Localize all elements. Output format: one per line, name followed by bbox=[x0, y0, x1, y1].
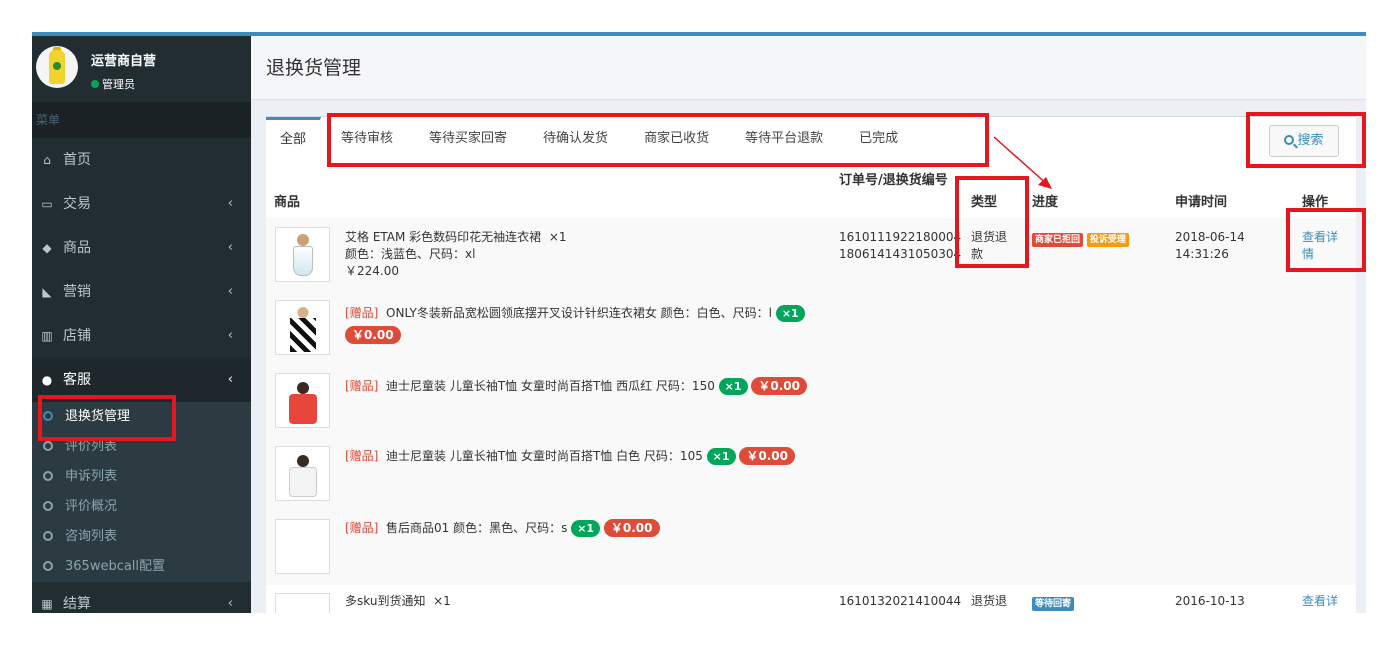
annotation-box bbox=[38, 395, 176, 441]
circle-icon bbox=[43, 471, 53, 481]
product-qty: ×1 bbox=[548, 230, 567, 244]
price-badge: ￥0.00 bbox=[345, 326, 401, 344]
sidebar-subitem-webcall[interactable]: 365webcall配置 bbox=[32, 552, 251, 582]
price-badge: ￥0.00 bbox=[739, 447, 795, 465]
progress-cell: 商家已拒回 投诉受理 bbox=[1032, 230, 1129, 247]
gift-name[interactable]: 售后商品01 颜色：黑色、尺码：s bbox=[386, 521, 567, 535]
qty-badge: ×1 bbox=[706, 448, 736, 465]
user-name: 运营商自营 bbox=[91, 54, 157, 69]
product-price: ￥224.00 bbox=[345, 264, 399, 278]
product-info: 艾格 ETAM 彩色数码印花无袖连衣裙 ×1 颜色：浅蓝色、尺码：xl ￥224… bbox=[345, 229, 675, 280]
gift-tag: [赠品] bbox=[345, 521, 379, 535]
gift-name[interactable]: ONLY冬装新品宽松圆领底摆开叉设计针织连衣裙女 颜色：白色、尺码：l bbox=[386, 306, 772, 320]
qty-badge: ×1 bbox=[775, 305, 805, 322]
sidebar-item-store[interactable]: ▥ 店铺 ‹ bbox=[32, 314, 251, 358]
circle-icon bbox=[43, 441, 53, 451]
chevron-down-icon: ‹ bbox=[227, 372, 233, 387]
app-window: 运营商自营 管理员 菜单 ⌂ 首页 ▭ 交易 ‹ ◆ 商品 ‹ ◣ 营销 ‹ ▥ 店铺 ‹ ● 客服… bbox=[32, 32, 1366, 613]
annotation-box bbox=[1286, 208, 1366, 272]
user-panel: 运营商自营 管理员 bbox=[32, 36, 251, 102]
product-name[interactable]: 艾格 ETAM 彩色数码印花无袖连衣裙 bbox=[345, 230, 541, 244]
product-thumbnail[interactable] bbox=[275, 593, 330, 613]
refund-number: 1806141431050304 bbox=[839, 247, 962, 261]
tags-icon: ◣ bbox=[42, 285, 52, 299]
sidebar-item-home[interactable]: ⌂ 首页 bbox=[32, 138, 251, 182]
order-number: 1610111922180004 bbox=[839, 230, 962, 244]
calculator-icon: ▦ bbox=[41, 597, 53, 611]
apply-time-cell: 2018-06-14 14:31:26 bbox=[1175, 229, 1245, 263]
gift-thumbnail[interactable] bbox=[275, 373, 330, 428]
product-spec: 颜色：浅蓝色、尺码：xl bbox=[345, 247, 476, 261]
circle-icon bbox=[43, 501, 53, 511]
online-status-icon bbox=[91, 80, 99, 88]
column-header-order-no: 订单号/退换货编号 bbox=[839, 173, 948, 188]
status-badge: 投诉受理 bbox=[1086, 233, 1129, 247]
product-qty: ×1 bbox=[433, 594, 451, 608]
apply-date: 2018-06-14 bbox=[1175, 230, 1245, 244]
return-type: 退货退 bbox=[971, 594, 1008, 608]
sidebar-item-trade[interactable]: ▭ 交易 ‹ bbox=[32, 182, 251, 226]
sidebar-item-settlement[interactable]: ▦ 结算 ‹ bbox=[32, 582, 251, 613]
product-info: 多sku到货通知 ×1 bbox=[345, 593, 675, 610]
annotation-box bbox=[327, 113, 989, 167]
gift-thumbnail[interactable] bbox=[275, 300, 330, 355]
status-badge: 商家已拒回 bbox=[1032, 233, 1084, 247]
chevron-left-icon: ‹ bbox=[227, 284, 233, 299]
order-number-cell: 1610111922180004 1806141431050304 bbox=[839, 229, 961, 263]
qty-badge: ×1 bbox=[571, 520, 601, 537]
price-badge: ￥0.00 bbox=[603, 519, 660, 537]
sidebar-subitem-appeals[interactable]: 申诉列表 bbox=[32, 462, 251, 492]
qty-badge: ×1 bbox=[718, 378, 748, 395]
returns-panel: 全部 等待审核 等待买家回寄 待确认发货 商家已收货 等待平台退款 已完成 搜索… bbox=[266, 116, 1356, 613]
annotation-box bbox=[1246, 112, 1366, 168]
gift-tag: [赠品] bbox=[345, 306, 379, 320]
column-header-product: 商品 bbox=[274, 195, 301, 210]
sidebar: 运营商自营 管理员 菜单 ⌂ 首页 ▭ 交易 ‹ ◆ 商品 ‹ ◣ 营销 ‹ ▥ 店铺 ‹ ● 客服… bbox=[32, 36, 251, 613]
gift-tag: [赠品] bbox=[345, 379, 379, 393]
price-badge: ￥0.00 bbox=[751, 377, 807, 395]
gift-name[interactable]: 迪士尼童装 儿童长袖T恤 女童时尚百搭T恤 白色 尺码：105 bbox=[386, 449, 703, 463]
sidebar-subitem-inquiries[interactable]: 咨询列表 bbox=[32, 522, 251, 552]
order-number: 1610132021410044 bbox=[839, 594, 962, 608]
chevron-left-icon: ‹ bbox=[227, 596, 233, 611]
tab-all[interactable]: 全部 bbox=[266, 117, 322, 163]
circle-icon bbox=[43, 561, 53, 571]
page-title: 退换货管理 bbox=[251, 36, 1366, 100]
gift-item: [赠品] 迪士尼童装 儿童长袖T恤 女童时尚百搭T恤 西瓜红 尺码：150 ×1… bbox=[345, 377, 815, 395]
cube-icon: ◆ bbox=[42, 241, 52, 255]
building-icon: ▥ bbox=[41, 329, 53, 343]
gift-tag: [赠品] bbox=[345, 449, 379, 463]
column-header-apply-time: 申请时间 bbox=[1175, 195, 1228, 210]
chevron-left-icon: ‹ bbox=[227, 328, 233, 343]
view-details-link[interactable]: 查看详 bbox=[1302, 593, 1338, 610]
sidebar-item-marketing[interactable]: ◣ 营销 ‹ bbox=[32, 270, 251, 314]
gift-item: [赠品] 售后商品01 颜色：黑色、尺码：s ×1 ￥0.00 bbox=[345, 519, 815, 537]
chevron-left-icon: ‹ bbox=[227, 240, 233, 255]
gift-thumbnail[interactable] bbox=[275, 519, 330, 574]
avatar bbox=[36, 46, 78, 88]
card-icon: ▭ bbox=[41, 197, 53, 211]
gift-item: [赠品] ONLY冬装新品宽松圆领底摆开叉设计针织连衣裙女 颜色：白色、尺码：l… bbox=[345, 302, 815, 346]
sidebar-subitem-review-overview[interactable]: 评价概况 bbox=[32, 492, 251, 522]
user-role: 管理员 bbox=[91, 76, 135, 92]
gift-item: [赠品] 迪士尼童装 儿童长袖T恤 女童时尚百搭T恤 白色 尺码：105 ×1 … bbox=[345, 447, 815, 465]
product-thumbnail[interactable] bbox=[275, 227, 330, 282]
product-name[interactable]: 多sku到货通知 bbox=[345, 594, 425, 608]
sidebar-item-goods[interactable]: ◆ 商品 ‹ bbox=[32, 226, 251, 270]
chevron-left-icon: ‹ bbox=[227, 196, 233, 211]
home-icon: ⌂ bbox=[43, 153, 51, 167]
status-badge: 等待回寄 bbox=[1032, 597, 1075, 611]
gift-thumbnail[interactable] bbox=[275, 446, 330, 501]
apply-time: 14:31:26 bbox=[1175, 247, 1229, 261]
menu-header: 菜单 bbox=[32, 102, 251, 138]
annotation-arrow-icon bbox=[993, 136, 1052, 189]
gift-name[interactable]: 迪士尼童装 儿童长袖T恤 女童时尚百搭T恤 西瓜红 尺码：150 bbox=[386, 379, 715, 393]
apply-date: 2016-10-13 bbox=[1175, 594, 1245, 608]
progress-cell: 等待回寄 bbox=[1032, 594, 1075, 611]
circle-icon bbox=[43, 531, 53, 541]
